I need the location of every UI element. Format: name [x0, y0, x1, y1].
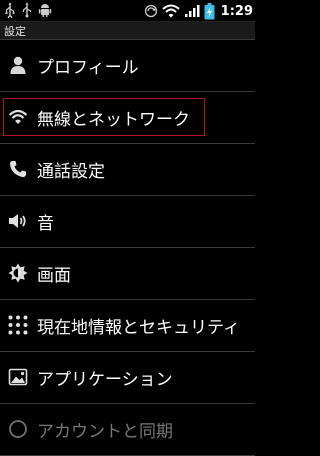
applications-icon	[8, 368, 28, 386]
title-bar: 設定	[0, 22, 255, 40]
sync-icon	[9, 420, 27, 438]
menu-item-label: 現在地情報とセキュリティ	[37, 318, 240, 338]
system-status-icons: 1:29	[144, 1, 253, 21]
phone-icon	[10, 161, 26, 178]
menu-item-label: 無線とネットワーク	[37, 110, 190, 130]
android-icon	[38, 4, 52, 17]
person-icon	[10, 56, 26, 74]
wifi-icon	[161, 4, 180, 18]
menu-item-label: 画面	[37, 266, 71, 286]
battery-charging-icon	[204, 2, 215, 19]
brightness-icon	[8, 263, 28, 283]
menu-item-display[interactable]: 画面	[0, 248, 255, 300]
menu-item-location-security[interactable]: 現在地情報とセキュリティ	[0, 300, 255, 352]
menu-item-label: プロフィール	[37, 58, 139, 78]
wifi-icon	[8, 109, 28, 124]
speaker-icon	[9, 214, 26, 228]
menu-item-call-settings[interactable]: 通話設定	[0, 144, 255, 196]
signal-icon	[184, 5, 200, 17]
status-bar: 1:29	[0, 0, 255, 22]
page-title: 設定	[4, 25, 26, 38]
status-clock: 1:29	[220, 3, 253, 19]
menu-item-label: 音	[37, 214, 54, 234]
usb-debug-icon	[22, 2, 32, 18]
menu-item-label: アプリケーション	[37, 370, 173, 390]
notification-icons	[4, 2, 52, 18]
sync-icon	[144, 4, 157, 18]
menu-item-accounts-sync[interactable]: アカウントと同期	[0, 404, 255, 456]
usb-icon	[5, 2, 15, 18]
menu-item-label: アカウントと同期	[37, 422, 173, 442]
settings-list: プロフィール 無線とネットワーク 通話設定 音 画面 現在地情報とセキュリティ …	[0, 40, 255, 456]
menu-item-sound[interactable]: 音	[0, 196, 255, 248]
menu-item-wireless-network[interactable]: 無線とネットワーク	[0, 92, 255, 144]
location-grid-icon	[8, 315, 28, 335]
menu-item-applications[interactable]: アプリケーション	[0, 352, 255, 404]
menu-item-profile[interactable]: プロフィール	[0, 40, 255, 92]
menu-item-label: 通話設定	[37, 162, 105, 182]
